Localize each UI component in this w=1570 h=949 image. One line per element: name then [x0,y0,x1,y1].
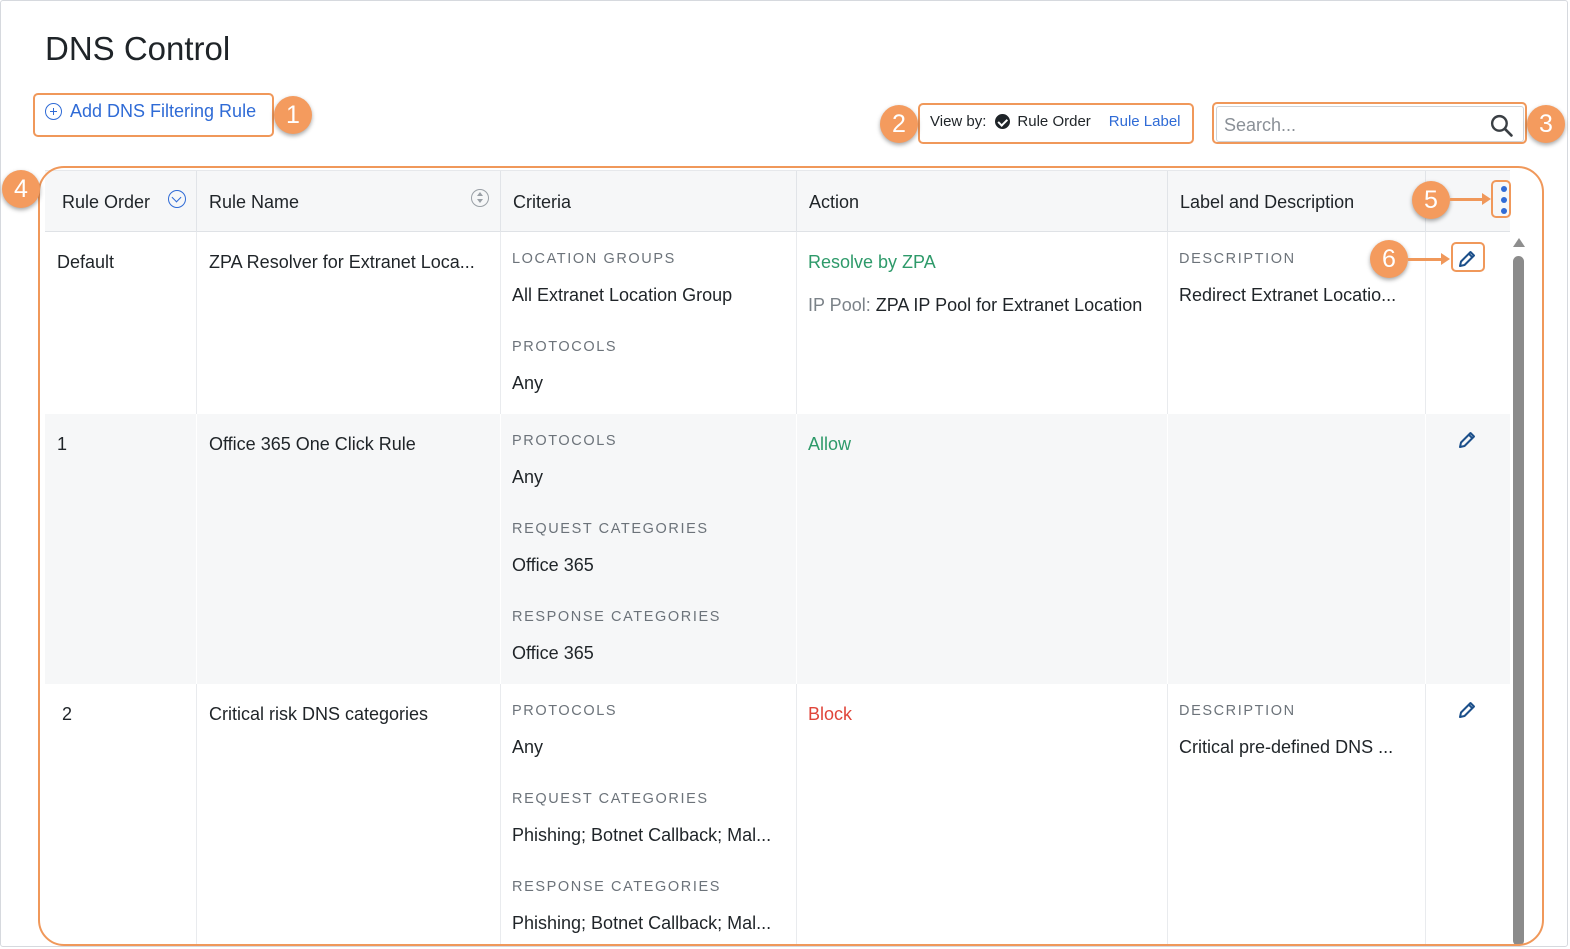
callout-arrowhead-6 [1441,253,1450,265]
page-title: DNS Control [45,30,231,67]
callout-box-6 [1451,242,1485,272]
callout-box-1 [33,93,274,137]
callout-arrow-6 [1408,258,1441,261]
callout-arrow-5 [1450,198,1482,201]
callout-badge-2: 2 [880,105,918,143]
callout-badge-1: 1 [274,96,312,134]
callout-box-5 [1491,180,1511,218]
callout-box-3 [1212,102,1527,144]
callout-badge-5: 5 [1412,181,1450,219]
callout-box-2 [918,103,1194,144]
callout-badge-6: 6 [1370,240,1408,278]
callout-badge-3: 3 [1527,105,1565,143]
callout-box-4 [38,166,1544,946]
callout-arrowhead-5 [1482,193,1491,205]
callout-badge-4: 4 [2,170,40,208]
